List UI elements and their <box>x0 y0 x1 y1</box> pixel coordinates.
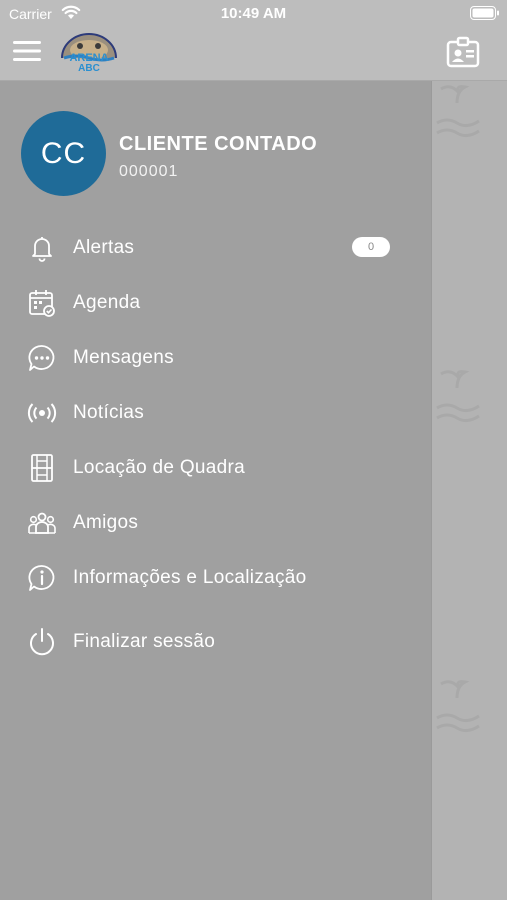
battery-icon <box>470 6 500 20</box>
user-code: 000001 <box>119 163 179 180</box>
id-card-icon[interactable] <box>446 36 480 70</box>
broadcast-icon <box>26 397 58 429</box>
court-icon <box>26 452 58 484</box>
palm-wave-icon <box>436 85 480 138</box>
app-header: ARENA ABC <box>0 28 507 81</box>
avatar-initials: CC <box>40 136 87 170</box>
menu-label-noticias: Notícias <box>73 402 145 423</box>
logo-text-abc: ABC <box>78 63 100 74</box>
menu-label-agenda: Agenda <box>73 292 141 313</box>
menu-item-alertas[interactable]: Alertas 0 <box>0 225 431 269</box>
menu-item-locacao-quadra[interactable]: Locação de Quadra <box>0 445 431 489</box>
menu-label-amigos: Amigos <box>73 512 139 533</box>
palm-wave-icon <box>436 370 480 423</box>
menu-label-informacoes: Informações e Localização <box>73 567 307 588</box>
user-name: CLIENTE CONTADO <box>119 133 318 155</box>
info-bubble-icon <box>26 562 58 594</box>
menu-label-mensagens: Mensagens <box>73 347 174 368</box>
background-content[interactable] <box>431 81 507 900</box>
menu-item-noticias[interactable]: Notícias <box>0 390 431 434</box>
calendar-check-icon <box>26 287 58 319</box>
bell-icon <box>26 232 58 264</box>
status-time: 10:49 AM <box>220 5 287 22</box>
menu-label-logout: Finalizar sessão <box>73 631 216 652</box>
side-drawer: CC CLIENTE CONTADO 000001 Alertas 0 Agen… <box>0 81 432 900</box>
menu-item-mensagens[interactable]: Mensagens <box>0 335 431 379</box>
menu-label-alertas: Alertas <box>73 237 135 258</box>
menu-item-agenda[interactable]: Agenda <box>0 280 431 324</box>
avatar[interactable]: CC <box>21 111 106 196</box>
menu-item-amigos[interactable]: Amigos <box>0 500 431 544</box>
menu-icon[interactable] <box>13 38 43 64</box>
chat-bubble-icon <box>26 342 58 374</box>
alert-count-badge: 0 <box>352 237 390 257</box>
menu-item-logout[interactable]: Finalizar sessão <box>0 619 431 663</box>
group-icon <box>26 507 58 539</box>
status-bar: Carrier 10:49 AM <box>0 0 507 28</box>
menu-label-locacao-quadra: Locação de Quadra <box>73 457 245 478</box>
arena-abc-logo: ARENA ABC <box>56 28 122 78</box>
palm-wave-icon <box>436 680 480 733</box>
power-icon <box>26 626 58 658</box>
menu-item-informacoes[interactable]: Informações e Localização <box>0 555 431 599</box>
